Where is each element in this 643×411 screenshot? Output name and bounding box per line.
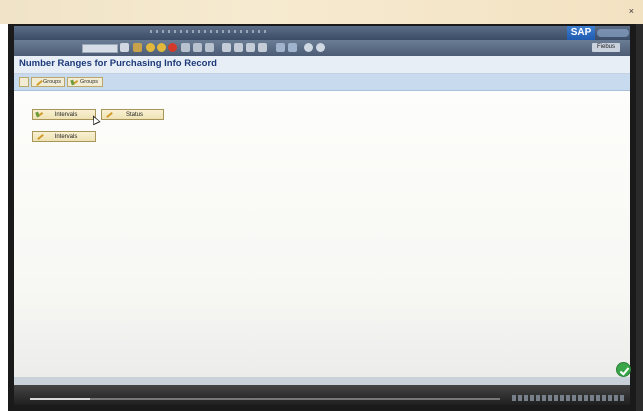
new-session-icon[interactable] <box>276 43 285 52</box>
cancel-icon[interactable] <box>168 43 177 52</box>
intervals-display-button[interactable]: Intervals <box>32 109 96 120</box>
previous-page-icon[interactable] <box>234 43 243 52</box>
find-icon[interactable] <box>193 43 202 52</box>
intervals-change-label: Intervals <box>54 133 78 140</box>
video-progress-track[interactable] <box>30 398 500 400</box>
last-page-icon[interactable] <box>258 43 267 52</box>
application-toolbar <box>14 74 630 91</box>
status-bar <box>14 377 630 385</box>
status-button[interactable]: Status <box>101 109 164 120</box>
enter-icon[interactable] <box>120 43 129 52</box>
checkmark-icon[interactable] <box>616 362 631 377</box>
help-icon[interactable] <box>304 43 313 52</box>
video-progress-fill <box>30 398 90 400</box>
window-edge <box>636 24 643 411</box>
overview-icon[interactable] <box>19 77 29 87</box>
display-change-icon <box>36 111 43 118</box>
back-icon[interactable] <box>146 43 155 52</box>
page-title: Number Ranges for Purchasing Info Record <box>19 58 217 69</box>
exit-button[interactable]: Fiebus <box>592 43 620 52</box>
intervals-change-button[interactable]: Intervals <box>32 131 96 142</box>
groups-display-label: Groups <box>80 79 99 85</box>
groups-change-button[interactable]: Groups <box>31 77 65 87</box>
system-info-field <box>512 395 624 401</box>
pencil-icon <box>35 79 41 86</box>
video-overlay-bar <box>0 0 643 24</box>
groups-change-label: Groups <box>42 79 61 85</box>
shortcut-icon[interactable] <box>288 43 297 52</box>
save-icon[interactable] <box>133 43 142 52</box>
first-page-icon[interactable] <box>222 43 231 52</box>
exit-icon[interactable] <box>157 43 166 52</box>
find-next-icon[interactable] <box>205 43 214 52</box>
status-label: Status <box>125 111 143 118</box>
title-bar-text <box>150 30 270 33</box>
layout-menu-icon[interactable] <box>316 43 325 52</box>
close-icon[interactable]: × <box>629 6 634 16</box>
command-field[interactable] <box>82 44 118 53</box>
display-change-icon <box>71 79 78 86</box>
system-title-bar <box>14 26 630 40</box>
intervals-display-label: Intervals <box>54 111 78 118</box>
main-content <box>14 91 630 377</box>
pencil-icon <box>36 133 43 140</box>
pencil-icon <box>105 111 112 118</box>
sap-logo-swoosh <box>597 29 629 37</box>
sap-logo: SAP <box>567 26 595 40</box>
screen: × SAP Fiebus Number Ranges for Purchasin… <box>0 0 643 411</box>
groups-display-button[interactable]: Groups <box>67 77 103 87</box>
next-page-icon[interactable] <box>246 43 255 52</box>
print-icon[interactable] <box>181 43 190 52</box>
